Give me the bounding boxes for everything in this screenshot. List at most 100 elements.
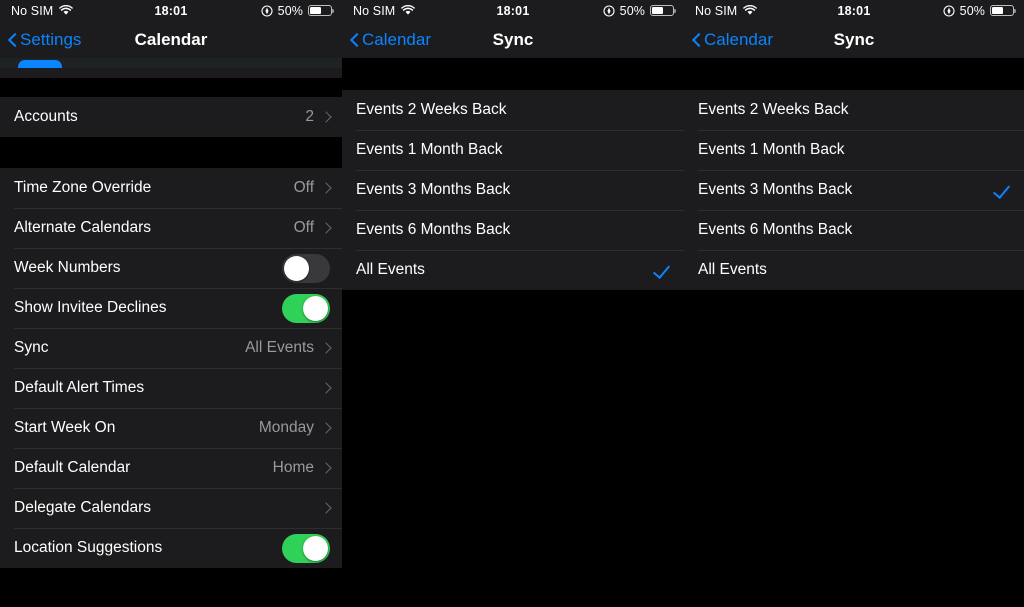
checkmark-icon: [993, 182, 1010, 199]
panel-sync-all-events: No SIM 18:01 50% Calendar Sync Events 2 …: [342, 0, 684, 607]
settings-group-accounts: Accounts 2: [0, 97, 342, 137]
location-services-icon: [943, 4, 955, 17]
chevron-left-icon: [350, 32, 359, 48]
panel-sync-three-months: No SIM 18:01 50% Calendar Sync Events 2 …: [684, 0, 1024, 607]
option-events-1-month-back[interactable]: Events 1 Month Back: [342, 130, 684, 170]
row-value: 2: [305, 108, 314, 125]
row-default-calendar[interactable]: Default Calendar Home: [0, 448, 342, 488]
option-events-2-weeks-back[interactable]: Events 2 Weeks Back: [342, 90, 684, 130]
toggle-knob: [284, 255, 309, 281]
sync-options-list: Events 2 Weeks Back Events 1 Month Back …: [684, 90, 1024, 290]
option-all-events[interactable]: All Events: [684, 250, 1024, 290]
chevron-right-icon: [322, 342, 330, 355]
row-label: Time Zone Override: [14, 179, 152, 196]
option-label: Events 3 Months Back: [698, 181, 853, 198]
back-button-label: Settings: [20, 29, 82, 49]
status-bar: No SIM 18:01 50%: [684, 0, 1024, 21]
nav-bar: Settings Calendar: [0, 21, 342, 58]
status-bar-right: 50%: [261, 3, 335, 18]
wifi-icon: [401, 4, 416, 16]
location-services-icon: [603, 4, 615, 17]
option-events-3-months-back[interactable]: Events 3 Months Back: [684, 170, 1024, 210]
row-label: Start Week On: [14, 419, 116, 436]
status-bar: No SIM 18:01 50%: [342, 0, 684, 21]
carrier-label: No SIM: [353, 3, 396, 18]
scrolled-partial-row: [0, 58, 342, 68]
chevron-right-icon: [322, 222, 330, 235]
wifi-icon: [59, 4, 74, 16]
status-bar-right: 50%: [943, 4, 1017, 18]
row-location-suggestions[interactable]: Location Suggestions: [0, 528, 342, 568]
row-week-numbers[interactable]: Week Numbers: [0, 248, 342, 288]
option-events-3-months-back[interactable]: Events 3 Months Back: [342, 170, 684, 210]
checkmark-icon: [653, 262, 670, 279]
option-events-6-months-back[interactable]: Events 6 Months Back: [684, 210, 1024, 250]
row-value: Monday: [258, 419, 314, 436]
option-label: Events 6 Months Back: [698, 221, 853, 238]
toggle-show-invitee-declines[interactable]: [282, 293, 330, 323]
toggle-week-numbers[interactable]: [282, 253, 330, 283]
location-services-icon: [261, 4, 273, 17]
row-label: Week Numbers: [14, 259, 121, 276]
section-gap: [342, 58, 684, 90]
row-delegate-calendars[interactable]: Delegate Calendars: [0, 488, 342, 528]
option-label: Events 1 Month Back: [698, 141, 845, 158]
back-button-calendar[interactable]: Calendar: [692, 30, 773, 50]
back-button-label: Calendar: [362, 29, 431, 49]
option-label: All Events: [356, 261, 425, 278]
row-time-zone-override[interactable]: Time Zone Override Off: [0, 168, 342, 208]
battery-icon: [990, 4, 1017, 17]
chevron-left-icon: [8, 32, 17, 48]
status-bar-left: No SIM: [11, 3, 74, 18]
status-bar-left: No SIM: [695, 4, 758, 18]
option-label: Events 3 Months Back: [356, 181, 511, 198]
back-button-settings[interactable]: Settings: [8, 30, 81, 50]
option-label: All Events: [698, 261, 767, 278]
row-sync[interactable]: Sync All Events: [0, 328, 342, 368]
row-start-week-on[interactable]: Start Week On Monday: [0, 408, 342, 448]
sync-options-list: Events 2 Weeks Back Events 1 Month Back …: [342, 90, 684, 290]
row-label: Alternate Calendars: [14, 219, 151, 236]
row-value: Home: [272, 459, 314, 476]
option-all-events[interactable]: All Events: [342, 250, 684, 290]
option-events-1-month-back[interactable]: Events 1 Month Back: [684, 130, 1024, 170]
chevron-right-icon: [322, 182, 330, 195]
back-button-label: Calendar: [704, 29, 773, 49]
row-default-alert-times[interactable]: Default Alert Times: [0, 368, 342, 408]
section-gap: [0, 78, 342, 97]
chevron-right-icon: [322, 462, 330, 475]
carrier-label: No SIM: [11, 3, 54, 18]
option-label: Events 2 Weeks Back: [356, 101, 507, 118]
settings-list: Accounts 2 Time Zone Override Off Altern…: [0, 78, 342, 568]
back-button-calendar[interactable]: Calendar: [350, 30, 431, 50]
settings-group-options: Time Zone Override Off Alternate Calenda…: [0, 168, 342, 568]
nav-bar: Calendar Sync: [684, 21, 1024, 58]
row-accounts[interactable]: Accounts 2: [0, 97, 342, 137]
battery-icon: [308, 4, 335, 17]
row-alternate-calendars[interactable]: Alternate Calendars Off: [0, 208, 342, 248]
nav-bar: Calendar Sync: [342, 21, 684, 58]
battery-percent-label: 50%: [277, 3, 303, 18]
row-label: Default Calendar: [14, 459, 131, 476]
wifi-icon: [743, 4, 758, 16]
option-label: Events 2 Weeks Back: [698, 101, 849, 118]
status-bar: No SIM 18:01 50%: [0, 0, 342, 21]
status-bar-left: No SIM: [353, 3, 416, 18]
row-label: Show Invitee Declines: [14, 299, 167, 316]
row-label: Sync: [14, 339, 49, 356]
toggle-knob: [303, 295, 328, 321]
toggle-knob: [303, 535, 328, 561]
row-show-invitee-declines[interactable]: Show Invitee Declines: [0, 288, 342, 328]
section-gap: [684, 58, 1024, 90]
scrolled-partial-row-bottom: [0, 68, 342, 78]
row-label: Default Alert Times: [14, 379, 145, 396]
row-label: Location Suggestions: [14, 539, 163, 556]
option-events-2-weeks-back[interactable]: Events 2 Weeks Back: [684, 90, 1024, 130]
three-panel-screenshot: No SIM 18:01 50% Settings Calendar Accou…: [0, 0, 1024, 607]
toggle-location-suggestions[interactable]: [282, 533, 330, 563]
chevron-right-icon: [322, 111, 330, 124]
row-label: Delegate Calendars: [14, 499, 152, 516]
option-events-6-months-back[interactable]: Events 6 Months Back: [342, 210, 684, 250]
section-gap: [0, 137, 342, 168]
chevron-left-icon: [692, 32, 701, 48]
